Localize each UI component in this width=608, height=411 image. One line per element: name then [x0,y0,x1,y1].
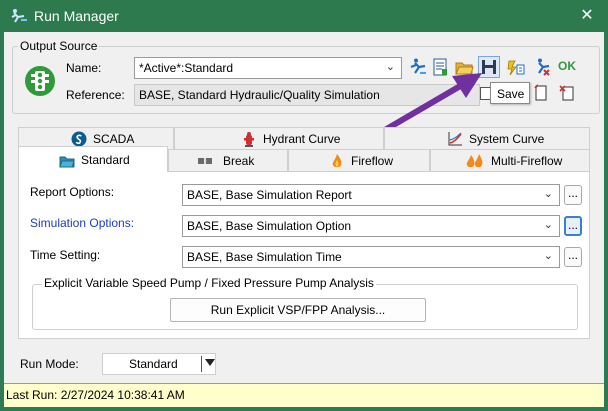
tab-hydrant-curve[interactable]: Hydrant Curve [174,127,384,149]
time-setting-value: BASE, Base Simulation Time [187,250,342,264]
divider [201,356,202,372]
reference-label: Reference: [66,88,125,102]
chevron-down-icon[interactable]: ⌄ [386,60,395,73]
system-curve-icon [447,131,463,147]
document-add-icon[interactable] [532,84,550,102]
tab-break[interactable]: Break [168,149,288,171]
tooltip-text: Save [497,87,525,101]
run-mode-value: Standard [129,357,178,371]
window-title: Run Manager [34,8,119,24]
report-options-browse-button[interactable]: ... [564,185,582,205]
report-options-value: BASE, Base Simulation Report [187,188,352,202]
ok-icon[interactable]: OK [558,59,576,73]
pipe-break-icon [197,153,213,169]
run-vsp-analysis-button[interactable]: Run Explicit VSP/FPP Analysis... [170,298,426,322]
name-combobox-value: *Active*:Standard [139,61,234,75]
chevron-down-icon[interactable]: ⌄ [544,187,553,200]
title-bar[interactable]: Run Manager ✕ [0,0,608,32]
traffic-light-icon [24,65,56,97]
save-icon[interactable] [478,56,500,78]
simulation-options-combobox[interactable]: BASE, Base Simulation Option ⌄ [182,215,560,237]
simulation-options-label[interactable]: Simulation Options: [30,216,134,230]
dialog-client-area: Output Source Name: *Active*:Standard ⌄ … [4,32,604,407]
name-label: Name: [66,61,102,75]
dropdown-arrow-icon[interactable] [205,359,215,366]
close-button[interactable]: ✕ [578,8,596,24]
tab-label: Break [223,154,255,168]
simulation-options-browse-button[interactable]: ... [564,216,582,236]
flame-icon [329,153,345,169]
tab-label: SCADA [93,132,135,146]
time-setting-label: Time Setting: [30,248,101,262]
open-folder-icon[interactable] [454,57,474,77]
chevron-down-icon[interactable]: ⌄ [544,218,553,231]
vsp-analysis-legend: Explicit Variable Speed Pump / Fixed Pre… [42,276,376,290]
run-manager-window: Run Manager ✕ Output Source Name: *Activ… [0,0,608,411]
tab-label: System Curve [469,132,545,146]
tab-label: Multi-Fireflow [491,154,563,168]
output-source-legend: Output Source [18,39,100,53]
report-options-label: Report Options: [30,185,115,199]
tab-label: Hydrant Curve [263,132,341,146]
multi-flame-icon [465,153,485,169]
compare-icon[interactable] [532,57,552,77]
document-delete-icon[interactable] [558,84,576,102]
run-mode-label: Run Mode: [20,357,79,371]
tab-fireflow[interactable]: Fireflow [288,149,430,171]
tab-standard[interactable]: Standard [18,146,168,172]
run-mode-combobox[interactable]: Standard [102,353,216,375]
tab-label: Fireflow [351,154,394,168]
save-tooltip: Save [490,82,530,104]
name-combobox[interactable]: *Active*:Standard ⌄ [134,57,402,79]
time-setting-browse-button[interactable]: ... [564,247,582,267]
button-label: Run Explicit VSP/FPP Analysis... [210,303,386,317]
run-manager-app-icon [10,8,28,24]
report-options-combobox[interactable]: BASE, Base Simulation Report ⌄ [182,184,560,206]
batch-icon[interactable] [506,57,526,77]
run-icon[interactable] [408,57,428,77]
report-icon[interactable] [430,57,450,77]
chevron-down-icon[interactable]: ⌄ [544,249,553,262]
simulation-options-value: BASE, Base Simulation Option [187,219,352,233]
time-setting-combobox[interactable]: BASE, Base Simulation Time ⌄ [182,246,560,268]
reference-field: BASE, Standard Hydraulic/Quality Simulat… [134,84,480,106]
reference-value: BASE, Standard Hydraulic/Quality Simulat… [139,88,380,102]
tab-label: Standard [81,153,130,167]
tab-system-curve[interactable]: System Curve [384,127,590,149]
last-run-text: Last Run: 2/27/2024 10:38:41 AM [6,388,185,402]
status-bar: Last Run: 2/27/2024 10:38:41 AM [4,383,604,407]
tab-multi-fireflow[interactable]: Multi-Fireflow [430,149,590,171]
hydrant-icon [241,131,257,147]
scada-icon [71,131,87,147]
folder-icon [59,153,75,169]
